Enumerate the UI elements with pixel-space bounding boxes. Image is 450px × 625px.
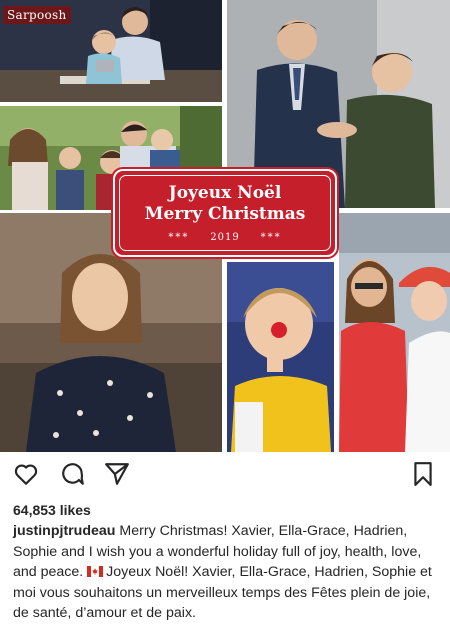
card-year: 2019 [210,232,240,243]
likes-count[interactable]: 64,853 likes [13,502,91,518]
save-button[interactable] [410,461,436,487]
bookmark-icon [414,462,432,486]
comment-icon [62,463,84,485]
share-button[interactable] [104,461,130,487]
photo-boy-red-nose [227,262,334,452]
watermark-logo: Sarpoosh [3,6,71,24]
send-icon [105,463,129,485]
like-button[interactable] [13,461,39,487]
card-line-french: Joyeux Noël [168,183,282,203]
caption-username[interactable]: justinpjtrudeau [13,523,115,539]
card-stars-right: *** [260,232,282,243]
card-stars-left: *** [168,232,190,243]
canada-flag-icon [87,566,104,577]
christmas-card: Joyeux Noël Merry Christmas *** 2019 *** [113,169,337,257]
photo-collage: Sarpoosh Joyeux Noël Merry Christmas ***… [0,0,450,452]
photo-mother-child-parade [339,213,450,452]
heart-icon [14,464,38,485]
card-year-row: *** 2019 *** [115,232,335,243]
comment-button[interactable] [60,461,86,487]
post-caption: justinpjtrudeau Merry Christmas! Xavier,… [13,521,443,624]
action-bar [0,452,450,494]
card-line-english: Merry Christmas [144,204,306,224]
